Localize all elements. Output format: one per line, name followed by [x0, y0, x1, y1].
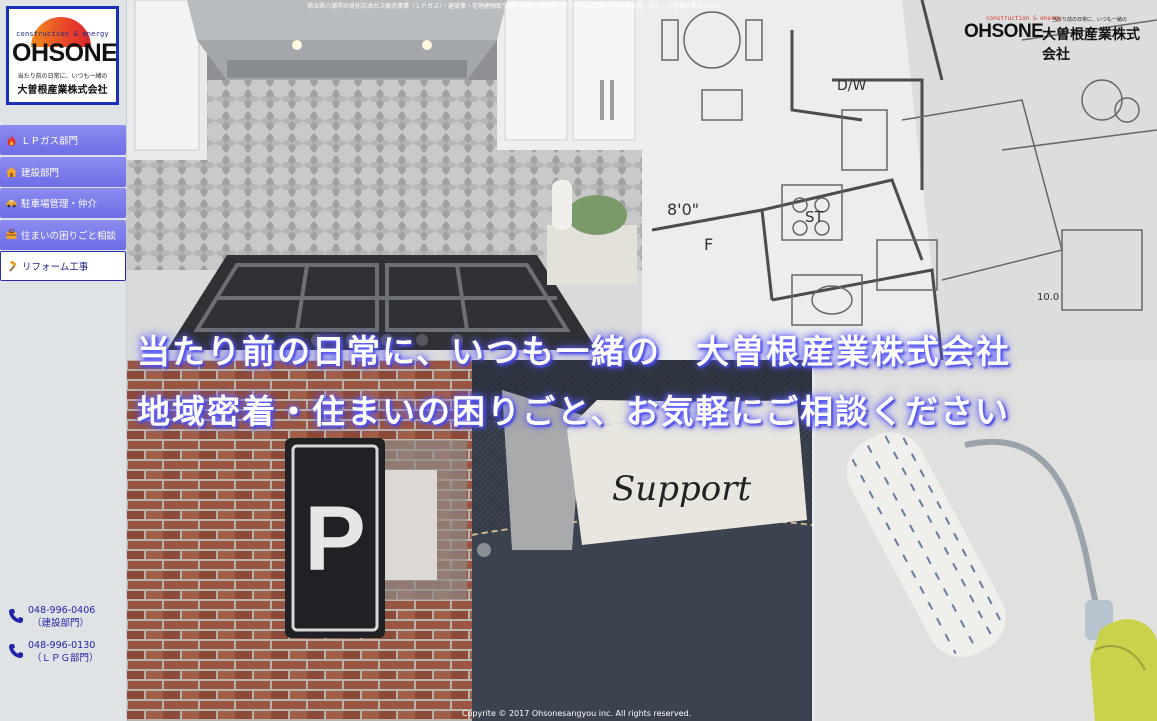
- header-corner-logo[interactable]: construction & energy 当たり前の日常に、いつも一緒の OH…: [962, 10, 1152, 63]
- plan-label-f: F: [704, 235, 713, 254]
- menu-item-reform[interactable]: リフォーム工事: [0, 251, 126, 281]
- flame-icon: [6, 134, 17, 146]
- menu-item-parking[interactable]: 駐車場管理・仲介: [0, 188, 126, 218]
- hammer-icon: [7, 260, 18, 272]
- contact-phone-number[interactable]: 048-996-0406: [28, 604, 95, 617]
- menu-item-label: ＬＰガス部門: [21, 136, 79, 147]
- copyright-footer: Copyrite © 2017 Ohsonesangyou inc. All r…: [462, 709, 692, 718]
- house-icon: [6, 166, 17, 177]
- parking-sign-letter: P: [304, 488, 365, 590]
- contact-department: （ＬＰＧ部門）: [32, 653, 99, 664]
- hero-headline-line2: 地域密着・住まいの困りごと、お気軽にご相談ください: [137, 392, 1011, 431]
- plan-label-side: 10.0: [1037, 292, 1059, 303]
- menu-item-label: リフォーム工事: [22, 262, 89, 273]
- menu-item-housing-consult[interactable]: 住まいの困りごと相談: [0, 219, 126, 250]
- menu-item-label: 建設部門: [21, 167, 60, 179]
- sidebar-menu: ＬＰガス部門 建設部門 駐車場管理・仲介 住まいの困りごと相談 リフォーム工事: [0, 125, 126, 283]
- logo-company-name: 大曽根産業株式会社: [17, 85, 108, 96]
- support-tag-text: Support: [612, 469, 751, 509]
- logo-motto: 当たり前の日常に、いつも一緒の: [17, 73, 108, 80]
- logo-tagline: construction & energy: [16, 30, 109, 38]
- company-logo[interactable]: construction & energy OHSONE 当たり前の日常に、いつ…: [6, 6, 119, 105]
- tools-icon: [6, 229, 17, 240]
- corner-logo-company: 大曽根産業株式会社: [1042, 27, 1140, 63]
- menu-item-label: 住まいの困りごと相談: [21, 230, 117, 242]
- phone-icon: [8, 604, 28, 630]
- hero-headline-line1: 当たり前の日常に、いつも一緒の 大曽根産業株式会社: [137, 332, 1012, 371]
- phone-icon: [8, 639, 28, 665]
- corner-logo-motto: 当たり前の日常に、いつも一緒の: [1052, 17, 1127, 23]
- car-icon: [6, 198, 17, 209]
- plan-label-dw: D/W: [837, 78, 866, 94]
- menu-item-label: 駐車場管理・仲介: [21, 199, 98, 210]
- menu-item-lpgas[interactable]: ＬＰガス部門: [0, 125, 126, 155]
- menu-item-construction[interactable]: 建設部門: [0, 156, 126, 187]
- kitchen-stove-image: [127, 0, 642, 360]
- site-description-bar: 埼玉県八潮市の液化石油ガス販売事業（ＬＰガス）・建設業・宅地建物取引業・建築工事…: [307, 3, 721, 10]
- contact-list: 048-996-0406 （建設部門） 048-996-0130 （ＬＰＧ部門）: [8, 604, 123, 674]
- hero-area: D/W 8'0" F ST 10.0 P Support 埼玉県八潮市の液化石油…: [127, 0, 1157, 721]
- corner-logo-brand: OHSONE: [964, 21, 1044, 42]
- contact-department: （建設部門）: [32, 618, 90, 629]
- sidebar: construction & energy OHSONE 当たり前の日常に、いつ…: [0, 0, 127, 721]
- plan-label-dimension: 8'0": [667, 200, 699, 219]
- logo-brand: OHSONE: [12, 39, 118, 67]
- plan-label-st: ST: [805, 208, 825, 226]
- contact-construction[interactable]: 048-996-0406 （建設部門）: [8, 604, 123, 630]
- contact-phone-number[interactable]: 048-996-0130: [28, 639, 99, 652]
- contact-lpg[interactable]: 048-996-0130 （ＬＰＧ部門）: [8, 639, 123, 665]
